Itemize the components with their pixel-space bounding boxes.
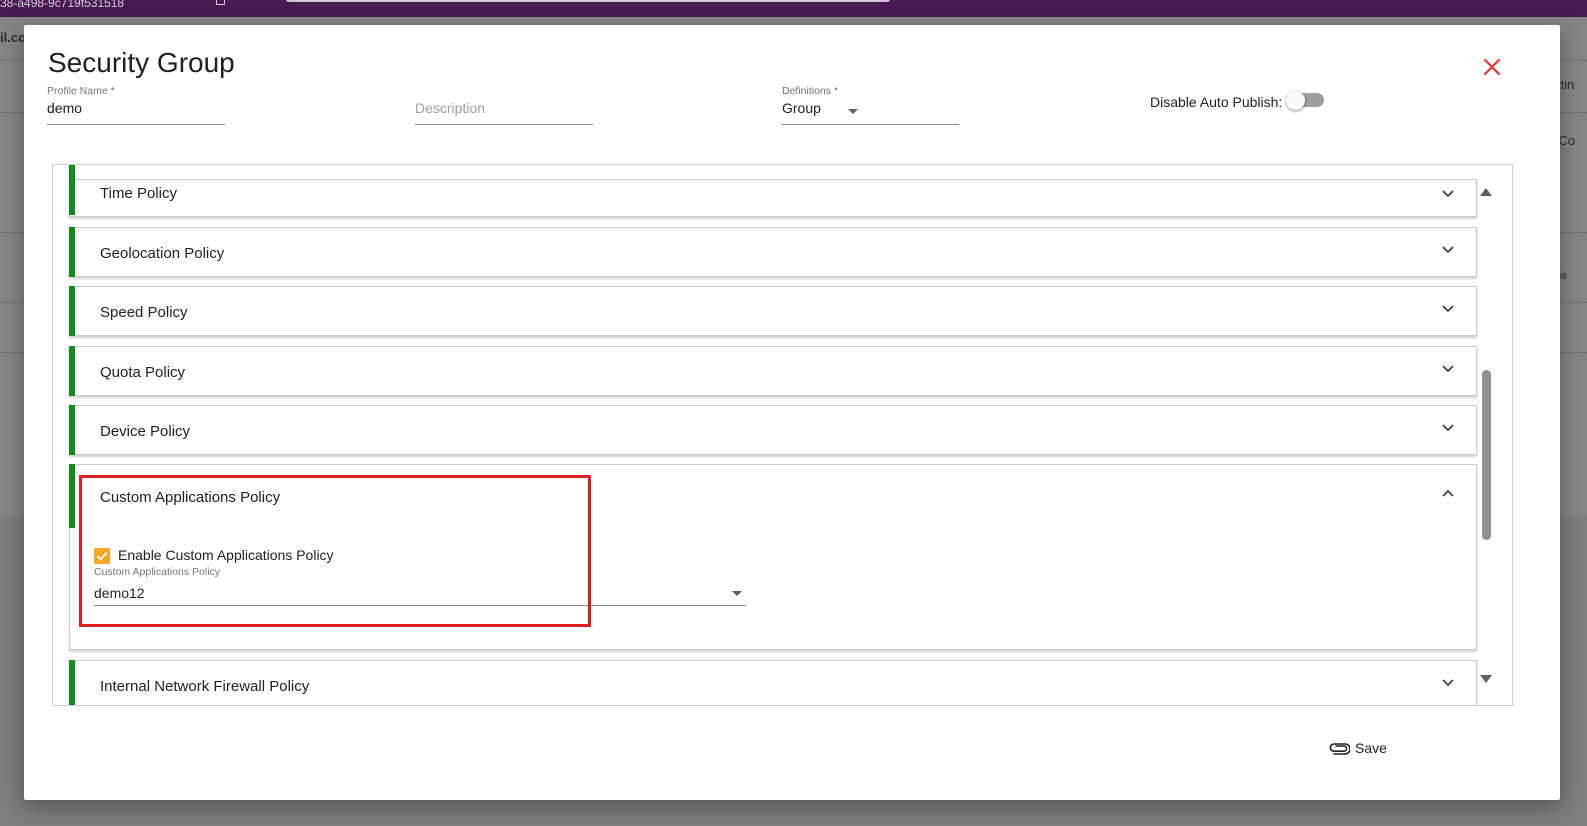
close-button[interactable] [1480,55,1504,79]
background-lock-icon [216,0,225,5]
chevron-down-icon [732,591,742,596]
policy-title: Custom Applications Policy [100,489,281,506]
policy-title: Geolocation Policy [100,245,225,262]
description-field[interactable]: Description [415,85,593,125]
auto-publish-label: Disable Auto Publish: [1150,94,1283,110]
chevron-down-icon [1442,424,1454,432]
policy-title: Time Policy [100,185,177,202]
enable-custom-applications-checkbox[interactable] [94,548,110,564]
custom-applications-select[interactable]: Custom Applications Policy demo12 [94,566,746,606]
checkmark-icon [96,552,108,561]
policy-panel-time[interactable]: Time Policy [69,165,1477,217]
policy-list: Time Policy Geolocation Policy Speed Pol… [52,164,1513,706]
background-search-bar [286,0,890,2]
profile-name-value: demo [47,100,83,116]
policy-title: Internal Network Firewall Policy [100,678,310,695]
enable-custom-applications-label: Enable Custom Applications Policy [118,547,334,563]
definitions-label: Definitions * [782,85,839,97]
chevron-down-icon [1442,246,1454,254]
profile-name-field[interactable]: Profile Name * demo [47,85,225,125]
custom-applications-select-label: Custom Applications Policy [94,566,221,578]
chevron-down-icon [1442,305,1454,313]
dialog-title: Security Group [48,47,235,78]
chevron-down-icon [1442,365,1454,373]
background-app-bar: 38-a498-9c719f531518 [0,0,1587,17]
profile-name-label: Profile Name * [47,85,115,97]
auto-publish-toggle-thumb[interactable] [1286,91,1305,110]
chevron-down-icon [1442,190,1454,198]
policy-title: Quota Policy [100,364,186,381]
scrollbar-thumb[interactable] [1482,370,1491,540]
save-label: Save [1355,740,1387,756]
policy-panel-geolocation[interactable]: Geolocation Policy [69,227,1477,277]
definitions-select[interactable]: Definitions * Group [782,85,959,125]
policy-panel-custom-applications[interactable]: Custom Applications Policy Enable Custom… [69,464,1477,650]
policy-panel-device[interactable]: Device Policy [69,405,1477,455]
policy-panel-internal-network-firewall[interactable]: Internal Network Firewall Policy [69,660,1477,705]
close-icon [1483,58,1501,76]
policy-panel-speed[interactable]: Speed Policy [69,286,1477,336]
description-placeholder: Description [415,100,486,116]
custom-applications-select-value: demo12 [94,585,145,601]
policy-title: Device Policy [100,423,191,440]
scroll-up-arrow-icon[interactable] [1480,188,1492,196]
background-left-text: il.co [0,30,27,45]
chevron-down-icon [1442,679,1454,687]
policy-title: Speed Policy [100,304,188,321]
background-id-text: 38-a498-9c719f531518 [0,0,125,10]
policy-panel-quota[interactable]: Quota Policy [69,346,1477,396]
security-group-dialog: Security Group Profile Name * demo Descr… [24,25,1560,800]
scroll-down-arrow-icon[interactable] [1480,675,1492,683]
definitions-value: Group [782,100,821,116]
chevron-down-icon [848,109,858,114]
chevron-up-icon[interactable] [1442,489,1454,497]
paperclip-icon [1328,742,1351,760]
